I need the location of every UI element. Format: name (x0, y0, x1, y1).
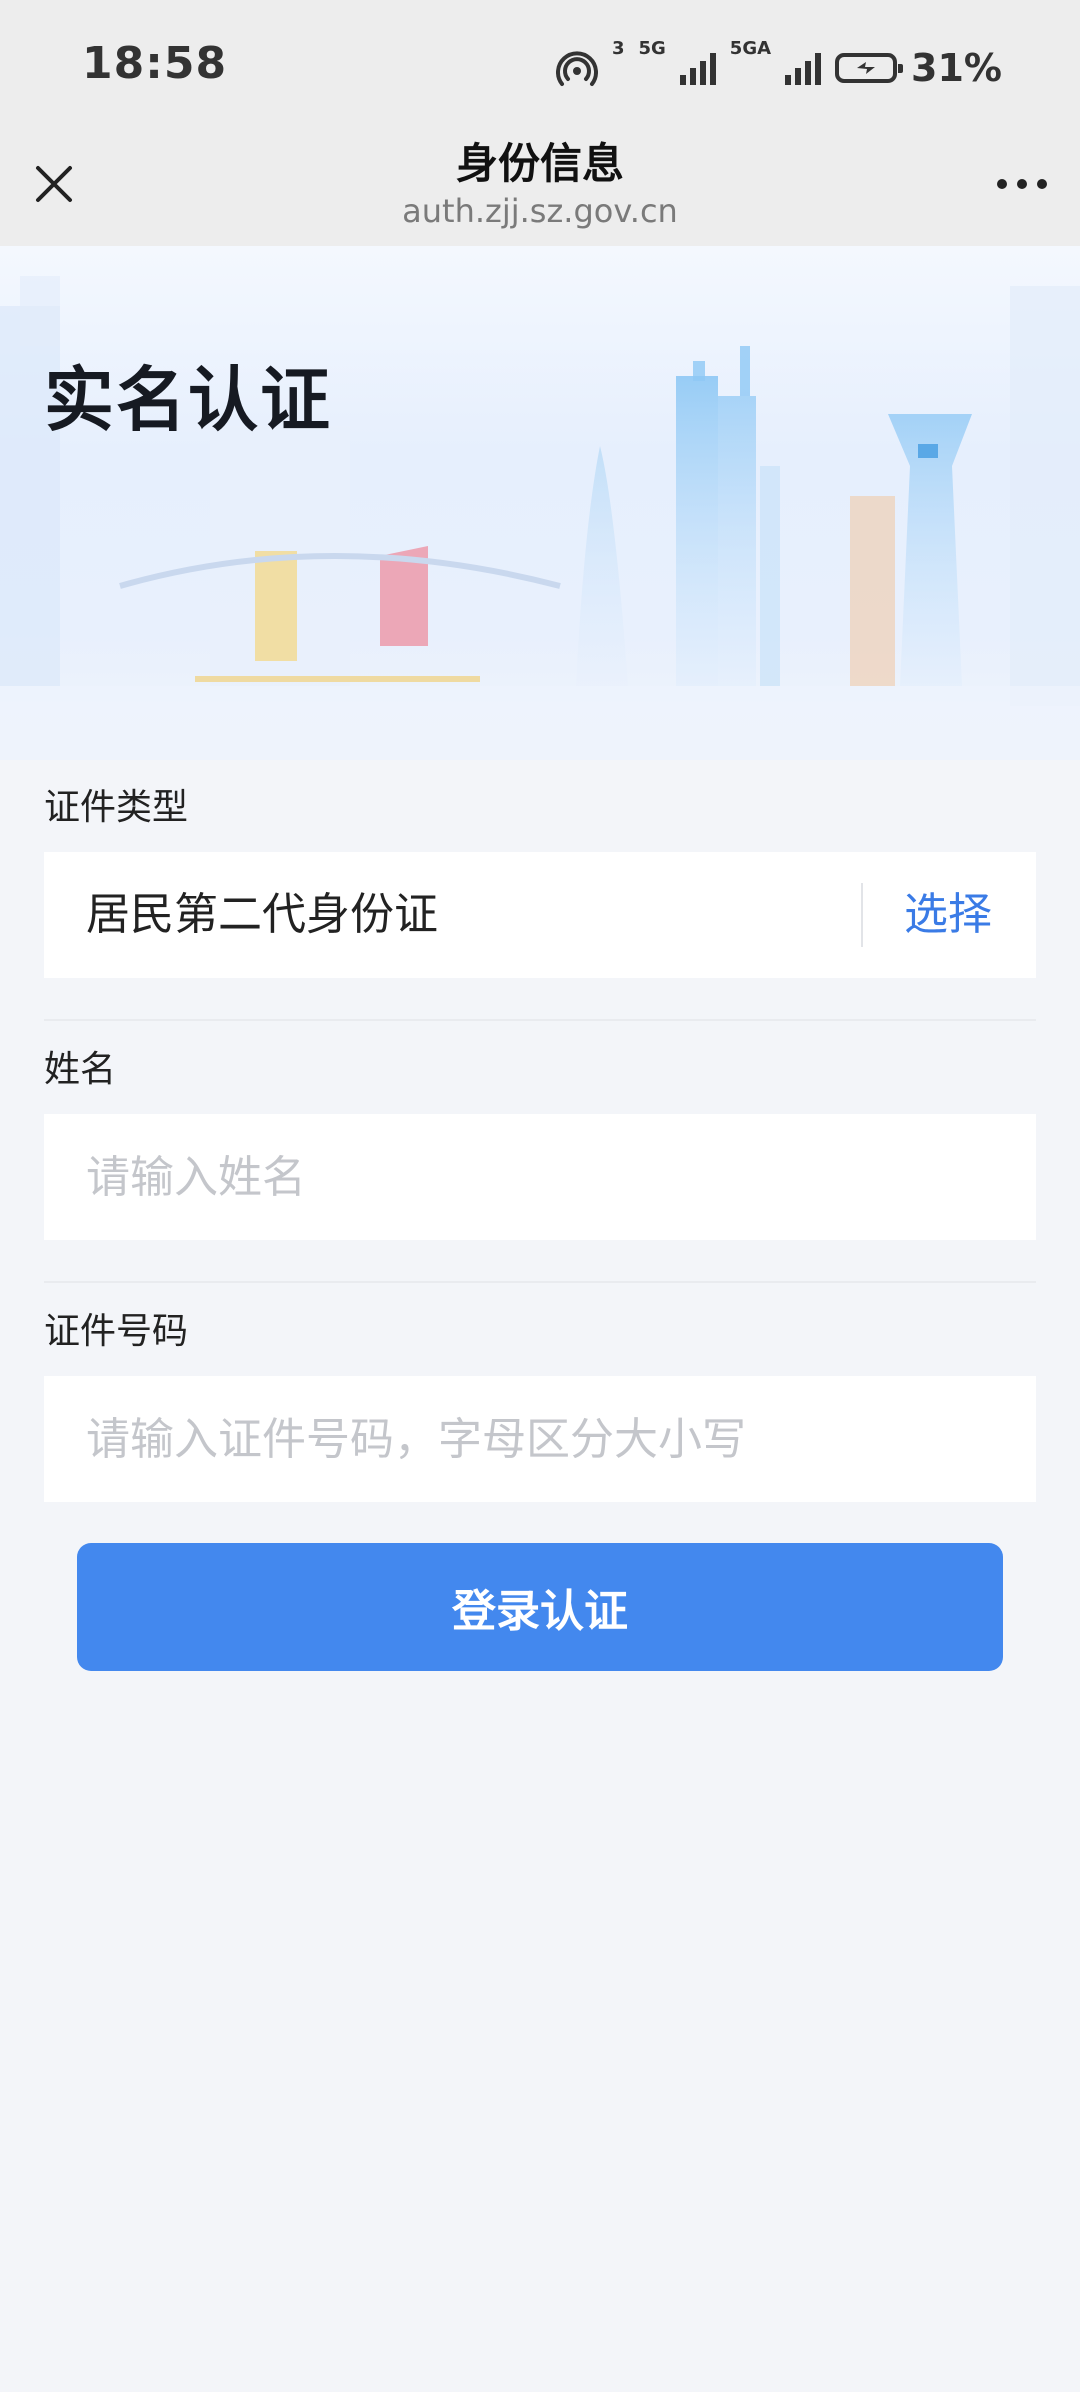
status-icons: 3 5G 5GA 31% (556, 40, 1002, 96)
id-type-value: 居民第二代身份证 (86, 889, 438, 940)
page-url: auth.zjj.sz.gov.cn (402, 192, 678, 230)
id-type-label: 证件类型 (44, 787, 189, 828)
select-id-type-button[interactable]: 选择 (904, 852, 992, 978)
hotspot-icon (556, 51, 598, 86)
battery-percentage: 31% (911, 46, 1002, 90)
page-title: 身份信息 (455, 139, 624, 188)
city-skyline-illustration (0, 276, 1080, 760)
id-number-label: 证件号码 (44, 1311, 189, 1352)
name-input[interactable] (44, 1114, 1036, 1240)
signal-icon-2 (785, 51, 822, 85)
hero-banner: 实名认证 (0, 246, 1080, 760)
status-bar: 18:58 3 5G 5GA 31% (0, 0, 1080, 130)
divider (861, 883, 863, 947)
nav-bar: 身份信息 auth.zjj.sz.gov.cn (0, 130, 1080, 246)
signal-icon (679, 51, 716, 85)
login-verify-button[interactable]: 登录认证 (77, 1543, 1003, 1671)
battery-icon (835, 53, 904, 83)
status-time: 18:58 (82, 38, 228, 89)
id-number-field-box (44, 1376, 1036, 1502)
network-label-3: 5GA (729, 38, 772, 59)
network-label-1: 3 (611, 38, 625, 59)
network-label-2: 5G (638, 38, 666, 59)
more-icon[interactable] (994, 168, 1050, 200)
id-number-input[interactable] (44, 1376, 1036, 1502)
id-type-field[interactable]: 居民第二代身份证 选择 (44, 852, 1036, 978)
hero-title: 实名认证 (44, 359, 332, 441)
divider (44, 1019, 1036, 1021)
divider (44, 1281, 1036, 1283)
name-field-box (44, 1114, 1036, 1240)
name-label: 姓名 (44, 1049, 117, 1090)
